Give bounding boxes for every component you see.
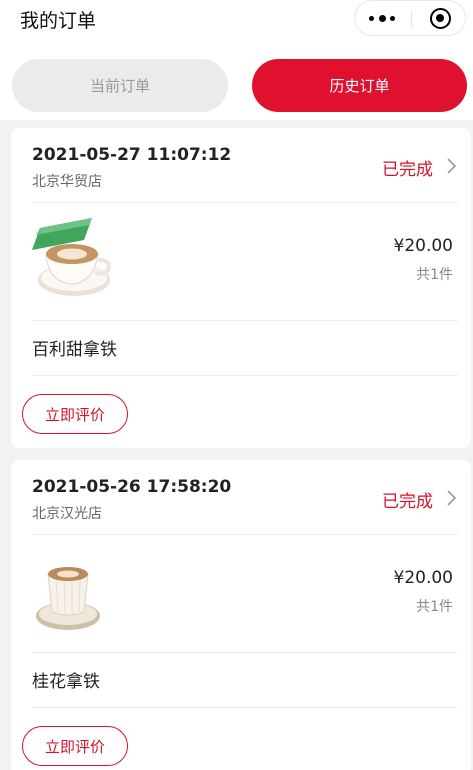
- more-icon[interactable]: [355, 1, 411, 35]
- order-card[interactable]: 2021-05-26 17:58:20 北京汉光店 已完成 ¥20.00 共1件…: [11, 460, 471, 770]
- tab-history-orders[interactable]: 历史订单: [252, 59, 467, 112]
- divider: [32, 320, 458, 321]
- page-title: 我的订单: [20, 10, 97, 32]
- chevron-right-icon[interactable]: [446, 157, 457, 175]
- item-count: 共1件: [416, 267, 453, 283]
- close-mini-program-icon[interactable]: [430, 8, 451, 29]
- capsule-divider: [411, 10, 412, 27]
- order-tabs: 当前订单 历史订单: [0, 40, 473, 120]
- store-name: 北京汉光店: [32, 506, 102, 522]
- product-name: 桂花拿铁: [32, 672, 100, 692]
- order-price: ¥20.00: [393, 236, 453, 256]
- rate-now-button[interactable]: 立即评价: [22, 726, 128, 766]
- rate-now-button[interactable]: 立即评价: [22, 394, 128, 434]
- order-price: ¥20.00: [393, 568, 453, 588]
- store-name: 北京华贸店: [32, 174, 102, 190]
- divider: [32, 534, 458, 535]
- navigation-bar: 我的订单: [0, 0, 473, 40]
- order-datetime: 2021-05-26 17:58:20: [32, 477, 232, 497]
- order-status: 已完成: [382, 492, 433, 512]
- divider: [32, 707, 458, 708]
- mini-program-capsule: [354, 0, 466, 36]
- divider: [32, 375, 458, 376]
- chevron-right-icon[interactable]: [446, 489, 457, 507]
- order-status: 已完成: [382, 160, 433, 180]
- product-name: 百利甜拿铁: [32, 340, 117, 360]
- divider: [32, 652, 458, 653]
- tab-current-orders[interactable]: 当前订单: [12, 59, 228, 112]
- order-card[interactable]: 2021-05-27 11:07:12 北京华贸店 已完成 ¥20.00 共1件…: [11, 128, 471, 448]
- latte-cup-image: [32, 218, 111, 296]
- latte-cup-image: [36, 567, 100, 630]
- order-datetime: 2021-05-27 11:07:12: [32, 145, 232, 165]
- divider: [32, 202, 458, 203]
- item-count: 共1件: [416, 599, 453, 615]
